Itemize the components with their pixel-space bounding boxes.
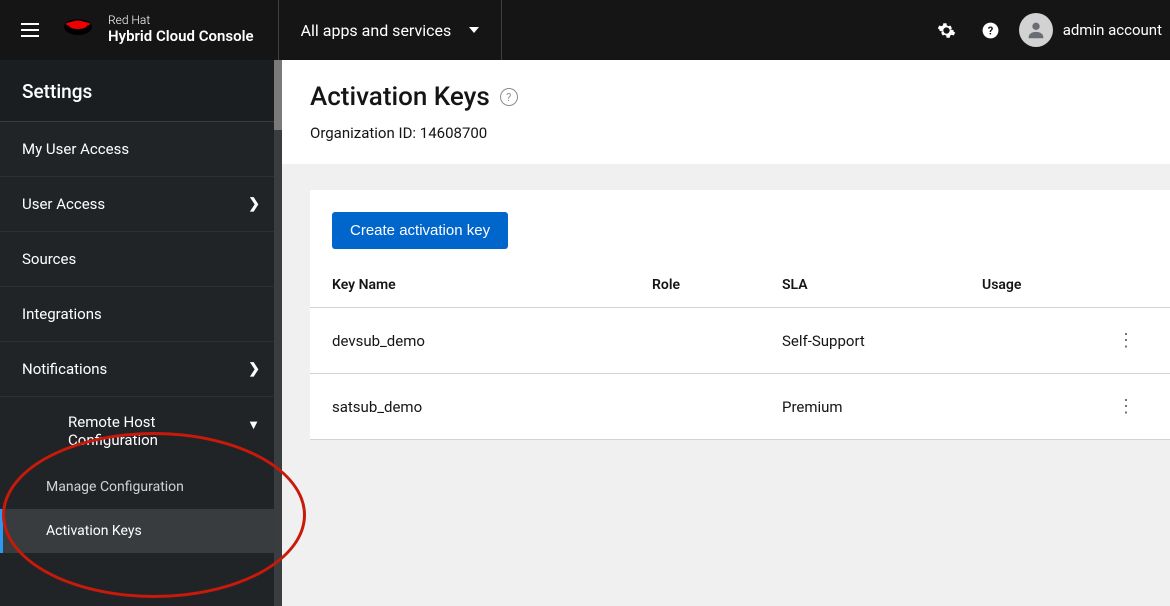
sidebar-sub-item[interactable]: Manage Configuration	[0, 465, 282, 509]
account-name[interactable]: admin account	[1053, 21, 1170, 39]
sidebar-item[interactable]: User Access ❯	[0, 177, 282, 232]
redhat-fedora-icon	[60, 15, 96, 45]
sidebar-item[interactable]: Integrations	[0, 287, 282, 342]
divider	[501, 0, 502, 60]
col-header-role[interactable]: Role	[652, 277, 782, 293]
cell-name: devsub_demo	[332, 332, 652, 350]
sidebar-item[interactable]: Notifications ❯	[0, 342, 282, 397]
org-id-value: 14608700	[420, 124, 487, 142]
sidebar-item-label: Notifications	[22, 360, 107, 378]
cell-name: satsub_demo	[332, 398, 652, 416]
sidebar: Settings My User Access User Access ❯ Sourc…	[0, 60, 282, 606]
chevron-down-icon: ▼	[247, 417, 260, 433]
main-content: Activation Keys ? Organization ID: 14608…	[282, 60, 1170, 606]
caret-down-icon	[469, 27, 479, 33]
chevron-right-icon: ❯	[248, 361, 260, 377]
org-id: Organization ID: 14608700	[310, 124, 1170, 142]
help-button[interactable]: ?	[969, 0, 1013, 60]
chevron-right-icon: ❯	[248, 196, 260, 212]
cell-sla: Premium	[782, 398, 982, 416]
sidebar-item-label: User Access	[22, 195, 105, 213]
page-title: Activation Keys	[310, 82, 490, 112]
user-icon	[1025, 19, 1047, 41]
sidebar-sub-item[interactable]: Activation Keys	[0, 509, 282, 553]
brand-text: Red Hat Hybrid Cloud Console	[108, 14, 254, 45]
sidebar-heading: Settings	[0, 60, 282, 122]
col-header-actions	[1104, 277, 1148, 293]
gear-icon	[937, 21, 956, 40]
col-header-usage[interactable]: Usage	[982, 277, 1104, 293]
brand-logo[interactable]: Red Hat Hybrid Cloud Console	[60, 14, 278, 45]
svg-text:?: ?	[988, 24, 994, 37]
apps-dropdown[interactable]: All apps and services	[279, 0, 502, 60]
question-circle-icon: ?	[981, 21, 1000, 40]
col-header-name[interactable]: Key Name	[332, 277, 652, 293]
sidebar-item-label: Sources	[22, 250, 76, 268]
table-row: devsub_demo Self-Support ⋮	[310, 308, 1170, 374]
kebab-menu-button[interactable]: ⋮	[1104, 330, 1148, 351]
page-header: Activation Keys ? Organization ID: 14608…	[282, 60, 1170, 164]
col-header-sla[interactable]: SLA	[782, 277, 982, 293]
settings-button[interactable]	[925, 0, 969, 60]
brand-main: Hybrid Cloud Console	[108, 28, 254, 45]
brand-sub: Red Hat	[108, 14, 254, 28]
cell-sla: Self-Support	[782, 332, 982, 350]
table-header: Key Name Role SLA Usage	[310, 267, 1170, 308]
apps-dropdown-label: All apps and services	[301, 21, 452, 40]
avatar[interactable]	[1019, 13, 1053, 47]
create-activation-key-button[interactable]: Create activation key	[332, 212, 508, 249]
help-icon[interactable]: ?	[500, 88, 518, 106]
sidebar-item-label: Integrations	[22, 305, 102, 323]
activation-keys-table: Key Name Role SLA Usage devsub_demo Self-…	[310, 267, 1170, 440]
scrollbar-thumb[interactable]	[274, 60, 282, 130]
hamburger-icon	[18, 18, 42, 42]
hamburger-menu-button[interactable]	[0, 0, 60, 60]
sidebar-item-label: Remote Host Configuration	[68, 413, 208, 449]
table-row: satsub_demo Premium ⋮	[310, 374, 1170, 440]
scrollbar[interactable]	[274, 60, 282, 606]
kebab-menu-button[interactable]: ⋮	[1104, 396, 1148, 417]
topbar: Red Hat Hybrid Cloud Console All apps an…	[0, 0, 1170, 60]
sidebar-item[interactable]: My User Access	[0, 122, 282, 177]
org-id-label: Organization ID:	[310, 124, 416, 142]
content-card: Create activation key Key Name Role SLA …	[310, 190, 1170, 440]
sidebar-item-remote-host-config[interactable]: Remote Host Configuration ▼	[0, 397, 282, 465]
sidebar-item[interactable]: Sources	[0, 232, 282, 287]
sidebar-item-label: My User Access	[22, 140, 129, 158]
